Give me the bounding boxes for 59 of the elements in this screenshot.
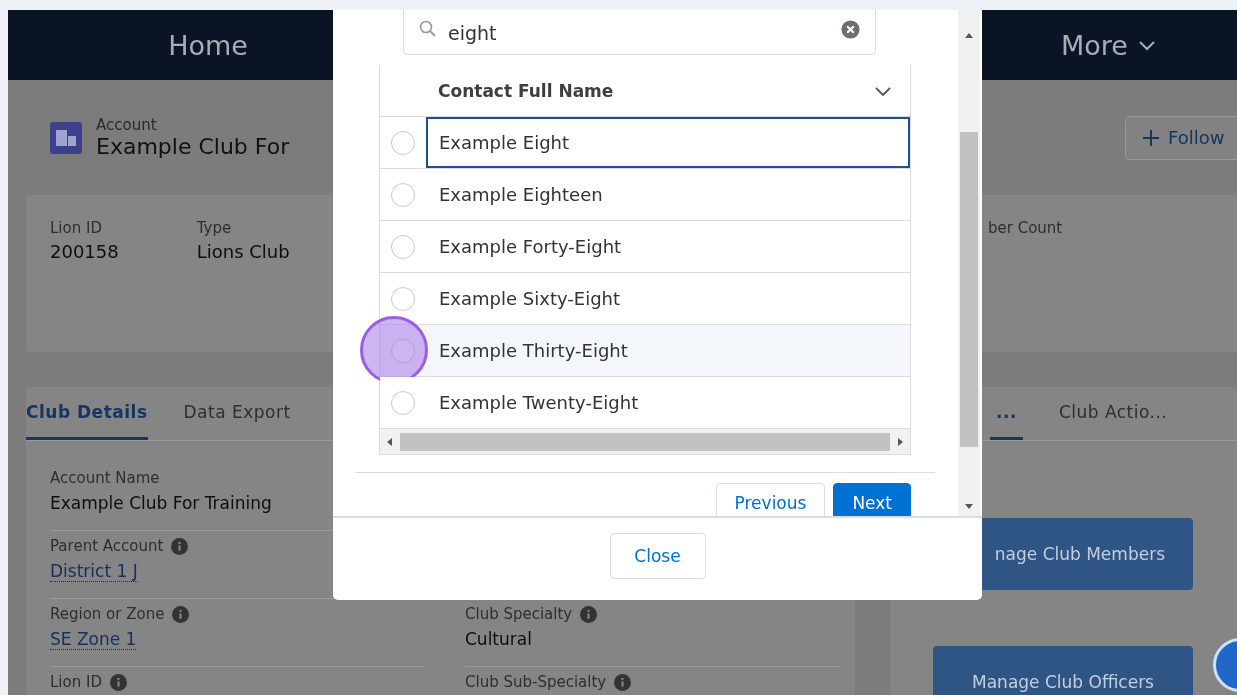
field-link[interactable]: SE Zone 1 (50, 629, 137, 650)
table-row[interactable]: Example Twenty-Eight (380, 377, 910, 429)
tab[interactable]: Data Export (183, 387, 291, 440)
clear-icon[interactable] (841, 20, 860, 39)
field-label: Club Specialty (465, 605, 598, 623)
radio-button[interactable] (391, 286, 415, 311)
radio-button[interactable] (391, 234, 415, 259)
action-button[interactable]: Manage Club Officers (933, 646, 1193, 695)
info-icon (109, 673, 127, 691)
nav-item[interactable]: More (980, 29, 1237, 61)
info-icon (171, 537, 189, 555)
tab[interactable]: Club Actio... (1058, 387, 1168, 440)
radio-button[interactable] (391, 130, 415, 155)
field-value: 200158 (50, 241, 119, 262)
field-label: Lion ID (50, 219, 102, 237)
pager-button[interactable]: Next (833, 483, 911, 516)
scroll-down-icon[interactable] (965, 502, 973, 510)
field-label: Parent Account (50, 537, 189, 555)
table-row[interactable]: Example Thirty-Eight (380, 325, 910, 377)
radio-button[interactable] (391, 182, 415, 207)
field-label: Club Sub-Specialty (465, 673, 632, 691)
field-label: Region or Zone (50, 605, 190, 623)
building-icon (50, 121, 82, 154)
info-icon (580, 605, 598, 623)
close-button[interactable]: Close (609, 533, 706, 579)
scroll-up-icon[interactable] (965, 32, 973, 40)
field-label: Lion ID (50, 673, 127, 691)
table-cell-text: Example Sixty-Eight (438, 287, 622, 311)
chevron-down-icon[interactable] (874, 84, 892, 97)
table-cell-text: Example Thirty-Eight (438, 339, 629, 363)
record-title: Example Club For (96, 134, 291, 159)
field-value: Example Club For Training (50, 493, 272, 513)
field-link[interactable]: District 1 J (50, 561, 138, 582)
tab[interactable]: ... (990, 387, 1023, 440)
field-label: Account Name (50, 469, 160, 487)
field-label: ber Count (988, 219, 1064, 239)
search-icon (419, 20, 437, 38)
tab[interactable]: Club Details (26, 387, 148, 440)
table-cell-text: Example Forty-Eight (438, 235, 623, 259)
object-type: Account (96, 116, 158, 134)
radio-button[interactable] (391, 338, 415, 363)
table-cell-text: Example Eighteen (438, 183, 604, 207)
scroll-right-icon[interactable] (896, 437, 904, 446)
chevron-down-icon[interactable] (1137, 39, 1156, 51)
follow-button[interactable]: Follow (1125, 115, 1237, 160)
info-icon (172, 605, 190, 623)
table-cell-text: Example Twenty-Eight (438, 391, 640, 415)
field-label: Type (196, 219, 232, 237)
info-icon (614, 673, 632, 691)
column-header[interactable]: Contact Full Name (380, 65, 910, 117)
search-field[interactable]: eight (403, 10, 876, 55)
pager-button[interactable]: Previous (715, 483, 826, 516)
vertical-scrollbar[interactable] (958, 10, 980, 516)
horizontal-scrollbar[interactable] (380, 429, 910, 455)
scroll-left-icon[interactable] (386, 437, 394, 446)
radio-button[interactable] (391, 390, 415, 415)
plus-icon (1142, 128, 1160, 147)
field-value: Lions Club (196, 241, 290, 262)
field-value: Cultural (465, 629, 532, 649)
